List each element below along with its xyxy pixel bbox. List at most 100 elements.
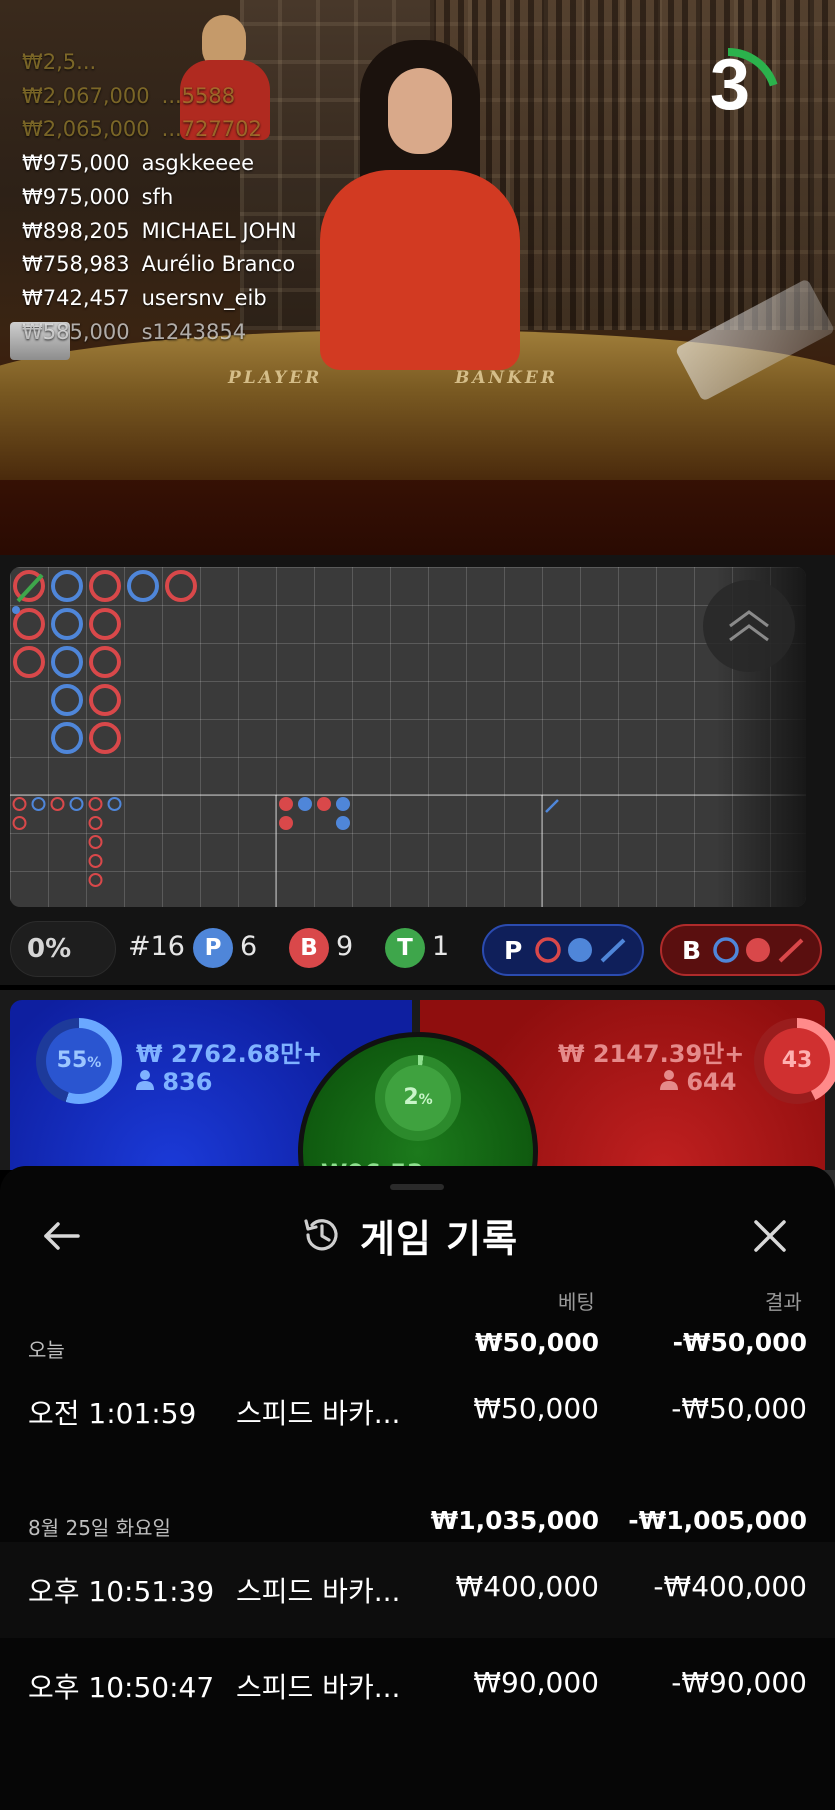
group-date-label: 8월 25일 화요일 (28, 1516, 171, 1540)
table-label-banker: BANKER (455, 368, 558, 388)
bet-feed-amount: ₩2,065,000 (22, 117, 150, 142)
banker-road-mark (13, 646, 45, 678)
group-date-label: 오늘 (28, 1338, 65, 1362)
player-road-mark (51, 646, 83, 678)
player-badge: P (193, 928, 233, 968)
bet-feed-row: ₩2,067,000 ...5588 (22, 80, 297, 114)
row-bet: ₩90,000 (473, 1666, 599, 1699)
player-road-mark (51, 684, 83, 716)
player-percent-ring: 55% (36, 1018, 122, 1104)
banker-count: 9 (336, 931, 354, 962)
arrow-left-icon (44, 1222, 80, 1250)
bigeye-road-mark (279, 816, 293, 830)
bet-feed-amount: ₩2,5... (22, 50, 97, 74)
tie-percent: 2 (403, 1085, 419, 1110)
bet-feed-user: Aurélio Branco (141, 252, 296, 277)
player-percent-sign: % (87, 1055, 102, 1071)
group-bet-total: ₩1,035,000 (430, 1506, 599, 1535)
player-predict-button[interactable]: P (482, 924, 644, 976)
back-button[interactable] (40, 1214, 84, 1258)
banker-road-mark (89, 646, 121, 678)
bet-feed-amount: ₩975,000 (22, 184, 130, 209)
dealer (300, 40, 530, 370)
player-bettor-count-value: 836 (162, 1068, 213, 1096)
roadmap-board (10, 567, 806, 907)
bet-feed-row: ₩975,000 sfh (22, 181, 297, 215)
live-video: PLAYER BANKER ₩2,5... ₩2,067,000 ...5588 ₩2… (0, 0, 835, 555)
small-road-mark (88, 854, 103, 868)
bet-feed-row: ₩898,205 MICHAEL JOHN (22, 215, 297, 249)
group-bet-total: ₩50,000 (474, 1328, 599, 1357)
tie-percent-ring: 2% (375, 1055, 461, 1141)
banker-road-mark (89, 722, 121, 754)
double-chevron-up-icon (729, 610, 769, 642)
bet-feed-row: ₩585,000 s1243854 (22, 316, 297, 350)
small-road-mark (88, 816, 103, 830)
roadmap-marks (10, 570, 806, 907)
row-bet: ₩50,000 (473, 1392, 599, 1425)
sheet-drag-handle[interactable] (390, 1184, 444, 1190)
small-road-mark (88, 835, 103, 849)
roadmap-collapse-button[interactable] (703, 580, 795, 672)
small-road-mark (107, 797, 122, 811)
bet-feed-user: asgkkeeee (141, 151, 255, 176)
small-road-mark (88, 873, 103, 887)
close-button[interactable] (748, 1214, 792, 1258)
small-road-mark (50, 797, 65, 811)
table-label-player: PLAYER (228, 368, 323, 388)
row-result: -₩90,000 (671, 1666, 807, 1699)
row-time: 오후 10:51:39 (28, 1575, 215, 1608)
bigeye-road-mark (336, 816, 350, 830)
bet-feed-row: ₩742,457 usersnv_eib (22, 282, 297, 316)
banker-predict-icons (713, 937, 804, 963)
bet-feed-amount: ₩2,067,000 (22, 83, 150, 108)
player-pair-dot (12, 606, 20, 614)
bet-feed-user: usersnv_eib (141, 285, 267, 310)
row-bet: ₩400,000 (455, 1570, 599, 1603)
round-timer: 3 (700, 30, 800, 130)
big-bets-feed: ₩2,5... ₩2,067,000 ...5588 ₩2,065,000 ...727… (22, 46, 297, 349)
bet-feed-user: ...727702 (161, 117, 262, 142)
history-icon (304, 1219, 338, 1251)
banker-road-mark (89, 684, 121, 716)
bet-feed-row: ₩2,065,000 ...727702 (22, 113, 297, 147)
close-icon (754, 1220, 786, 1252)
history-row[interactable]: 오전 1:01:59 스피드 바카... ₩50,000 -₩50,000 (0, 1364, 835, 1460)
sheet-title: 게임 기록 (360, 1216, 519, 1261)
banker-road-mark (89, 570, 121, 602)
bet-spots: 55% ₩ 2762.68만+ 836 ₩ 2147.39만+ 644 43 2… (0, 990, 835, 1170)
small-road-mark (12, 816, 27, 830)
person-icon (660, 1070, 678, 1090)
sheet-header: 게임 기록 (300, 1210, 519, 1261)
player-count: 6 (240, 931, 258, 962)
banker-predict-button[interactable]: B (660, 924, 822, 976)
bet-feed-user: MICHAEL JOHN (141, 218, 297, 243)
banker-badge: B (289, 928, 329, 968)
row-time: 오전 1:01:59 (28, 1397, 197, 1430)
banker-percent-ring: 43 (754, 1018, 835, 1104)
bigeye-road-mark (298, 797, 312, 811)
bet-feed-amount: ₩758,983 (22, 252, 130, 277)
player-predict-icons (535, 937, 626, 963)
group-result-total: -₩1,005,000 (628, 1506, 807, 1535)
banker-percent: 43 (781, 1048, 813, 1073)
row-game: 스피드 바카... (236, 1671, 401, 1704)
stats-bar: 0% #16 P 6 B 9 T 1 P B (0, 915, 835, 985)
bigeye-road-mark (279, 797, 293, 811)
row-game: 스피드 바카... (236, 1397, 401, 1430)
banker-bettor-count-value: 644 (686, 1068, 737, 1096)
tie-percent-sign: % (418, 1092, 433, 1108)
small-road-mark (31, 797, 46, 811)
row-game: 스피드 바카... (236, 1575, 401, 1608)
game-history-sheet: 게임 기록 베팅 결과 오늘 ₩50,000 -₩50,000 오전 1:01:… (0, 1166, 835, 1810)
history-row[interactable]: 오후 10:51:39 스피드 바카... ₩400,000 -₩400,000 (0, 1542, 835, 1638)
bet-feed-user: sfh (141, 184, 174, 209)
player-total-amount: ₩ 2762.68만+ (136, 1040, 323, 1068)
player-road-mark (51, 722, 83, 754)
history-row[interactable]: 오후 10:50:47 스피드 바카... ₩90,000 -₩90,000 (0, 1638, 835, 1734)
win-percent-pill[interactable]: 0% (10, 921, 116, 977)
round-number: #16 (128, 931, 185, 962)
tie-badge: T (385, 928, 425, 968)
player-percent: 55 (56, 1048, 88, 1073)
row-result: -₩400,000 (653, 1570, 807, 1603)
